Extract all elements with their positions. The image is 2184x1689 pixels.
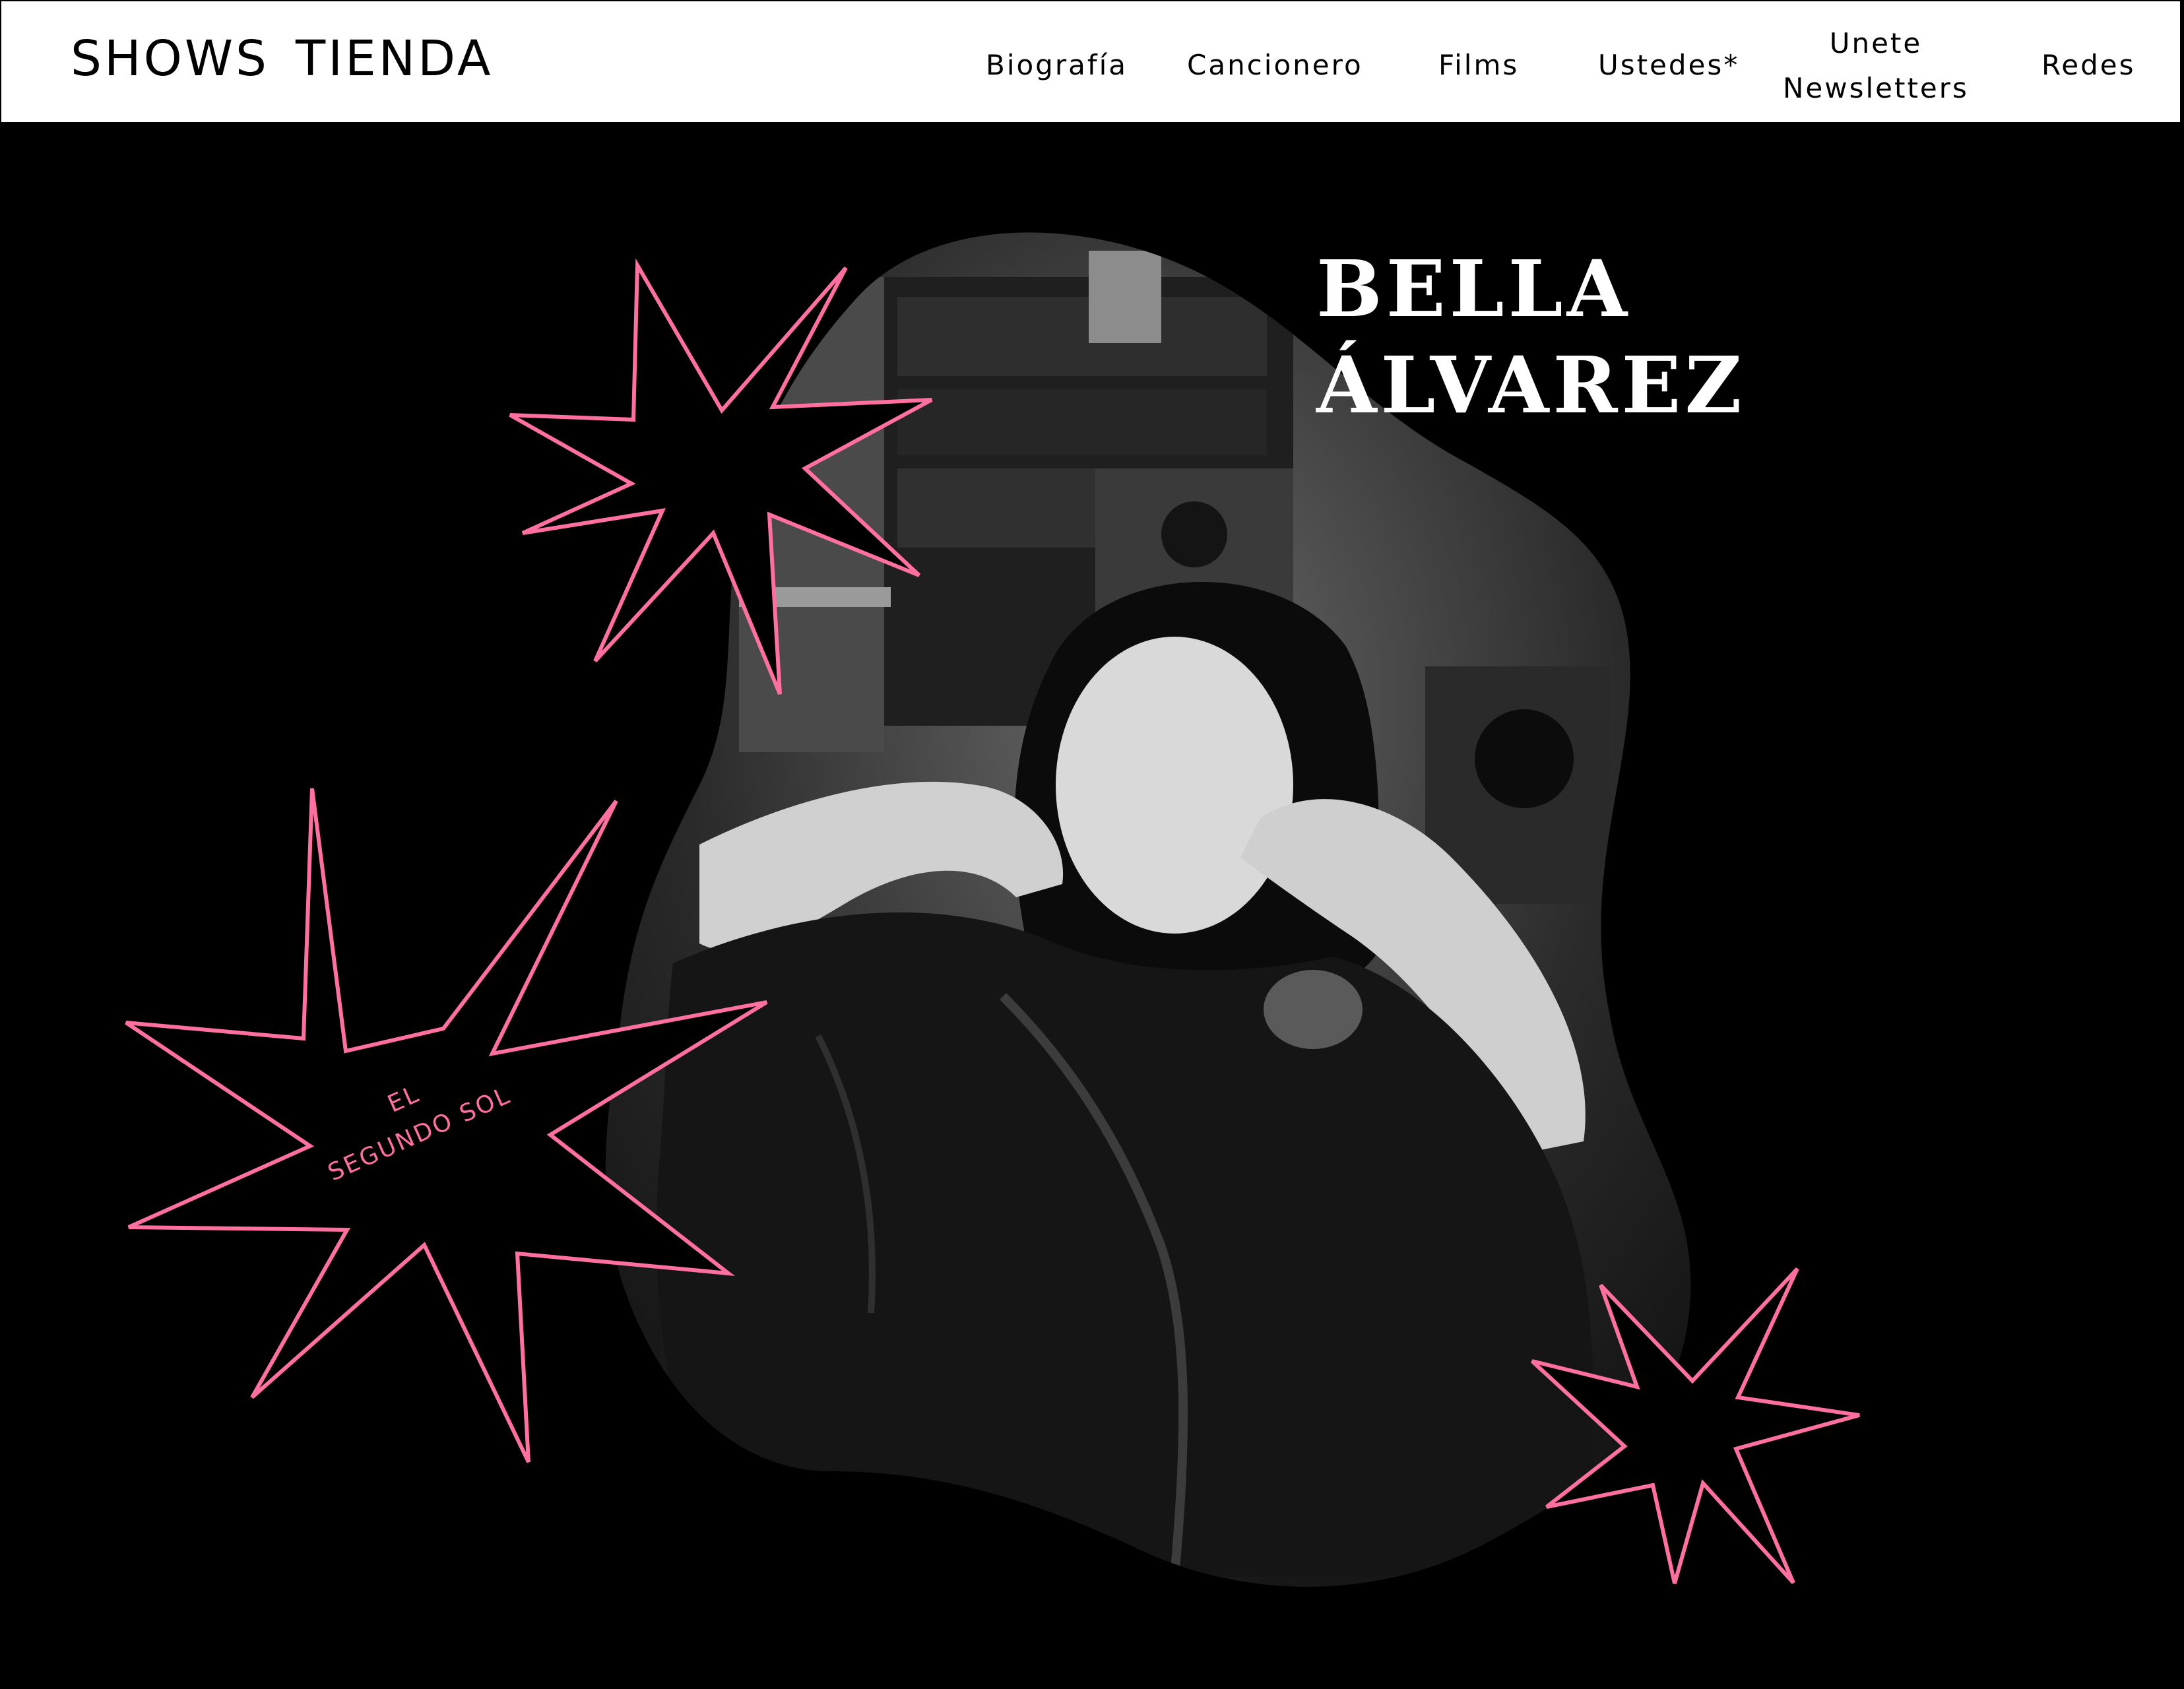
nav-redes[interactable]: Redes: [2041, 49, 2136, 81]
nav-unete-label: Unete: [1829, 27, 1923, 59]
artist-name-line-1: BELLA: [1316, 243, 1632, 335]
nav-newsletters-label: Newsletters: [1783, 72, 1969, 104]
artist-name-line-2: ÁLVAREZ: [1316, 339, 1746, 431]
nav-ustedes[interactable]: Ustedes*: [1598, 49, 1739, 81]
tienda-link[interactable]: TIENDA: [296, 30, 493, 87]
hero-art: [125, 232, 1860, 1587]
site-header: SHOWS TIENDA Biografía Cancionero Films …: [0, 0, 2181, 123]
nav-biografia[interactable]: Biografía: [986, 49, 1128, 81]
nav-films[interactable]: Films: [1438, 49, 1519, 81]
shows-link[interactable]: SHOWS: [71, 30, 269, 87]
hero-section: BELLA ÁLVAREZ EL SEGUNDO SOL: [0, 125, 2184, 1689]
nav-cancionero[interactable]: Cancionero: [1187, 49, 1363, 81]
nav-unete-newsletters[interactable]: Unete Newsletters: [1783, 21, 1969, 111]
primary-links: SHOWS TIENDA: [71, 30, 493, 87]
artist-name: BELLA ÁLVAREZ: [1316, 241, 1746, 433]
